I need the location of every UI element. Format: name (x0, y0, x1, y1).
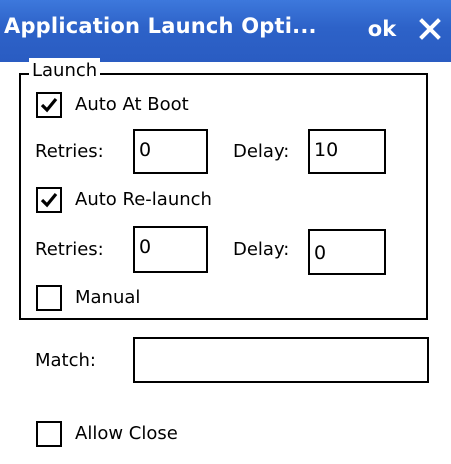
window-title: Application Launch Opti... (4, 14, 317, 38)
auto-at-boot-checkbox[interactable] (36, 92, 62, 118)
boot-retries-input[interactable]: 0 (133, 129, 208, 174)
title-bar: Application Launch Opti... ok (0, 0, 451, 62)
checkmark-icon (40, 97, 58, 113)
auto-at-boot-label: Auto At Boot (75, 94, 189, 115)
boot-delay-label: Delay: (233, 141, 290, 162)
ok-button[interactable]: ok (362, 13, 402, 45)
launch-group-label: Launch (29, 58, 101, 84)
close-button[interactable] (414, 13, 446, 45)
relaunch-retries-label: Retries: (35, 239, 104, 260)
allow-close-label: Allow Close (75, 423, 178, 444)
relaunch-delay-input[interactable]: 0 (308, 229, 386, 275)
match-label: Match: (35, 350, 96, 371)
allow-close-checkbox[interactable] (36, 421, 62, 447)
manual-label: Manual (75, 287, 141, 308)
close-icon (419, 18, 441, 40)
auto-relaunch-checkbox[interactable] (36, 187, 62, 213)
manual-checkbox[interactable] (36, 285, 62, 311)
relaunch-retries-input[interactable]: 0 (133, 226, 208, 273)
boot-delay-input[interactable]: 10 (308, 129, 386, 174)
boot-retries-label: Retries: (35, 141, 104, 162)
match-input[interactable] (133, 337, 429, 383)
auto-relaunch-label: Auto Re-launch (75, 189, 212, 210)
relaunch-delay-label: Delay: (233, 239, 290, 260)
checkmark-icon (40, 192, 58, 208)
